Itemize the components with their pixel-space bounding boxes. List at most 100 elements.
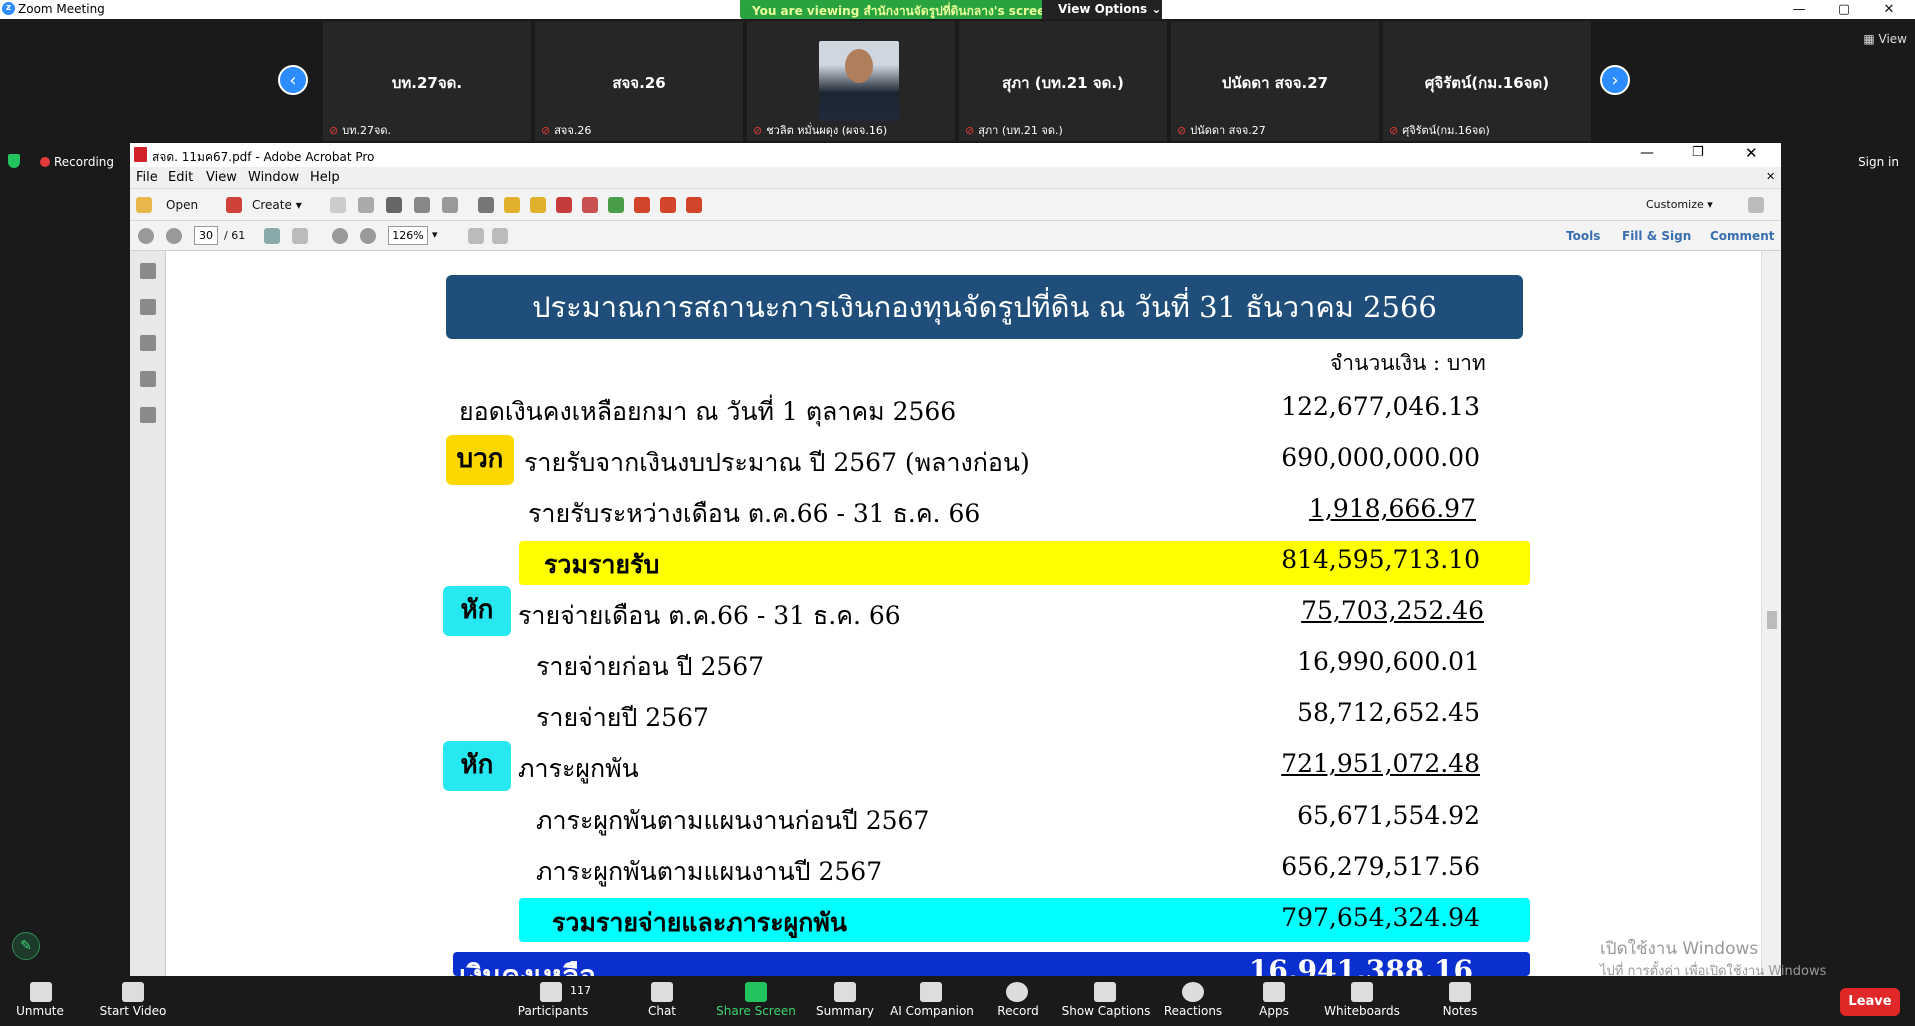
participant-tile[interactable]: ⊘ ชวลิต หมั่นผดุง (ผจจ.16)	[747, 21, 955, 141]
save-icon[interactable]	[330, 197, 346, 213]
open-button[interactable]: Open	[166, 198, 198, 212]
apps-icon[interactable]	[1263, 982, 1285, 1002]
create-button[interactable]: Create ▾	[252, 198, 302, 212]
row-label: ยอดเงินคงเหลือยกมา ณ วันที่ 1 ตุลาคม 256…	[459, 397, 957, 426]
zoom-level-input[interactable]: 126%	[388, 226, 428, 245]
whiteboards-button[interactable]: Whiteboards	[1312, 1004, 1412, 1018]
whiteboard-icon[interactable]	[1351, 982, 1373, 1002]
screen-share-banner: You are viewing สำนักงานจัดรูปที่ดินกลาง…	[740, 0, 1162, 19]
muted-mic-icon: ⊘	[965, 124, 975, 137]
select-cursor-icon[interactable]	[264, 228, 280, 244]
chat-icon[interactable]	[651, 982, 673, 1002]
menu-help[interactable]: Help	[310, 170, 340, 185]
page-number-input[interactable]: 30	[194, 226, 218, 245]
cloud-upload-icon[interactable]	[358, 197, 374, 213]
row-label: ภาระผูกพัน	[518, 754, 639, 783]
chat-button[interactable]: Chat	[612, 1004, 712, 1018]
fit-width-icon[interactable]	[468, 228, 484, 244]
acrobat-restore-button[interactable]: ❐	[1692, 145, 1704, 160]
notes-icon[interactable]	[1449, 982, 1471, 1002]
participants-button[interactable]: Participants	[503, 1004, 603, 1018]
ai-companion-icon[interactable]	[920, 982, 942, 1002]
view-options-button[interactable]: View Options ⌄	[1042, 0, 1162, 19]
signin-link[interactable]: Sign in	[1858, 155, 1899, 169]
print-icon[interactable]	[386, 197, 402, 213]
fit-page-icon[interactable]	[492, 228, 508, 244]
reactions-icon[interactable]	[1182, 982, 1204, 1002]
close-button[interactable]: ✕	[1869, 0, 1909, 19]
record-button[interactable]: Record	[968, 1004, 1068, 1018]
attachment-icon[interactable]	[140, 335, 156, 351]
pencil-icon[interactable]	[660, 197, 676, 213]
customize-button[interactable]: Customize ▾	[1646, 198, 1713, 211]
zoom-in-icon[interactable]	[360, 228, 376, 244]
prev-page-icon[interactable]	[138, 228, 154, 244]
vertical-scrollbar[interactable]	[1761, 251, 1781, 976]
start-video-button[interactable]: Start Video	[83, 1004, 183, 1018]
sign-icon[interactable]	[634, 197, 650, 213]
annotate-pen-icon[interactable]: ✎	[12, 932, 40, 960]
video-off-icon[interactable]	[122, 982, 144, 1002]
markup-icon[interactable]	[686, 197, 702, 213]
summary-icon[interactable]	[834, 982, 856, 1002]
fill-sign-link[interactable]: Fill & Sign	[1622, 229, 1691, 243]
view-button[interactable]: ▦ View	[1863, 32, 1907, 46]
participant-label: ⊘ สจจ.26	[541, 124, 592, 137]
share-screen-button[interactable]: Share Screen	[706, 1004, 806, 1018]
leave-button[interactable]: Leave	[1840, 988, 1900, 1016]
participant-tile[interactable]: ศุจิรัตน์(กม.16จด) ⊘ ศุจิรัตน์(กม.16จด)	[1383, 21, 1591, 141]
participant-tile[interactable]: สจจ.26 ⊘ สจจ.26	[535, 21, 743, 141]
maximize-button[interactable]: ▢	[1824, 0, 1864, 19]
acrobat-minimize-button[interactable]: —	[1640, 145, 1654, 161]
share-screen-icon[interactable]	[745, 982, 767, 1002]
ai-companion-button[interactable]: AI Companion	[882, 1004, 982, 1018]
participant-tile[interactable]: ปนัดดา สจจ.27 ⊘ ปนัดดา สจจ.27	[1171, 21, 1379, 141]
comment-link[interactable]: Comment	[1710, 229, 1774, 243]
participant-tile[interactable]: สุภา (บท.21 จด.) ⊘ สุภา (บท.21 จด.)	[959, 21, 1167, 141]
acrobat-titlebar: สจด. 11มค67.pdf - Adobe Acrobat Pro — ❐ …	[130, 143, 1781, 167]
mic-muted-icon[interactable]	[30, 982, 52, 1002]
layers-icon[interactable]	[140, 371, 156, 387]
fullscreen-icon[interactable]	[1748, 197, 1764, 213]
pages-panel-icon[interactable]	[140, 263, 156, 279]
notes-button[interactable]: Notes	[1410, 1004, 1510, 1018]
stamp-icon[interactable]	[556, 197, 572, 213]
signature-panel-icon[interactable]	[140, 407, 156, 423]
apps-button[interactable]: Apps	[1224, 1004, 1324, 1018]
attach-file-icon[interactable]	[582, 197, 598, 213]
acrobat-close-button[interactable]: ✕	[1745, 144, 1758, 162]
settings-gear-icon[interactable]	[478, 197, 494, 213]
comment-bubble-icon[interactable]	[504, 197, 520, 213]
currency-unit-label: จำนวนเงิน : บาท	[1330, 351, 1486, 375]
document-view[interactable]	[166, 251, 1761, 976]
participants-icon[interactable]	[540, 982, 562, 1002]
tools-link[interactable]: Tools	[1566, 229, 1600, 243]
prev-page-button[interactable]: ‹	[278, 65, 308, 95]
participant-tile[interactable]: บท.27จด. ⊘ บท.27จด.	[323, 21, 531, 141]
summary-button[interactable]: Summary	[795, 1004, 895, 1018]
edit-pdf-icon[interactable]	[414, 197, 430, 213]
zoom-out-icon[interactable]	[332, 228, 348, 244]
encryption-shield-icon[interactable]	[8, 154, 20, 168]
bookmark-icon[interactable]	[140, 299, 156, 315]
menubar-close-icon[interactable]: ✕	[1766, 170, 1775, 183]
captions-button[interactable]: Show Captions	[1056, 1004, 1156, 1018]
scrollbar-thumb[interactable]	[1767, 611, 1777, 629]
highlight-icon[interactable]	[530, 197, 546, 213]
recording-indicator[interactable]: Recording	[40, 155, 114, 169]
next-page-icon[interactable]	[166, 228, 182, 244]
export-icon[interactable]	[608, 197, 624, 213]
email-icon[interactable]	[442, 197, 458, 213]
captions-icon[interactable]	[1094, 982, 1116, 1002]
minimize-button[interactable]: —	[1779, 0, 1819, 19]
unmute-button[interactable]: Unmute	[0, 1004, 90, 1018]
menu-edit[interactable]: Edit	[168, 170, 193, 185]
acrobat-navbar: 30 / 61 126% ▾ Tools Fill & Sign Comment	[130, 221, 1781, 251]
menu-view[interactable]: View	[206, 170, 237, 185]
hand-tool-icon[interactable]	[292, 228, 308, 244]
zoom-dropdown-icon[interactable]: ▾	[432, 228, 438, 241]
record-icon[interactable]	[1006, 982, 1028, 1002]
menu-window[interactable]: Window	[248, 170, 299, 185]
next-page-button[interactable]: ›	[1600, 65, 1630, 95]
menu-file[interactable]: File	[136, 170, 158, 185]
